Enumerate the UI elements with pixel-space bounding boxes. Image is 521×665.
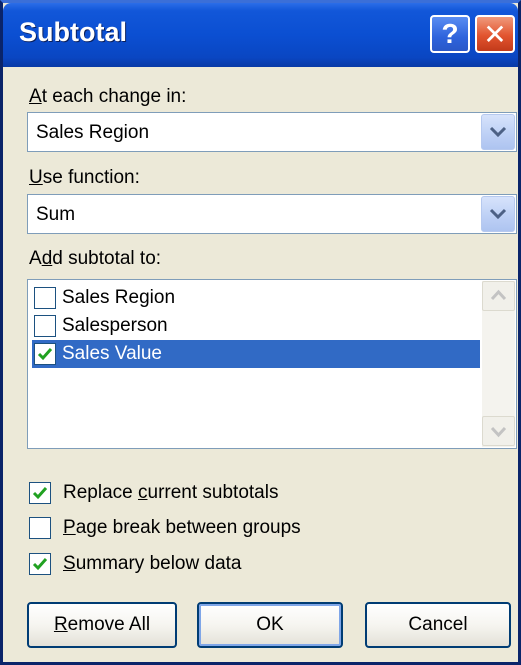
change-in-value: Sales Region [36,122,150,143]
sales-value-checkbox[interactable] [34,343,56,365]
scroll-down-button[interactable] [482,416,515,446]
checkmark-icon [32,558,48,571]
chevron-down-icon [490,426,507,438]
chevron-up-icon [490,289,507,301]
list-scrollbar[interactable] [482,281,515,447]
cancel-label: Cancel [408,614,468,635]
cancel-button[interactable]: Cancel [365,602,511,648]
ok-button[interactable]: OK [197,602,343,648]
summary-below-checkbox[interactable] [29,553,51,575]
checkmark-icon [32,487,48,500]
replace-subtotals-label: Replace current subtotals [63,482,279,503]
title-bar[interactable]: Subtotal ? ✕ [3,3,518,67]
change-in-dropdown-button[interactable] [481,114,515,150]
close-icon: ✕ [483,18,507,50]
replace-subtotals-checkbox[interactable] [29,482,51,504]
close-button[interactable]: ✕ [475,15,515,53]
add-subtotal-label: Add subtotal to: [29,248,162,269]
page-break-checkbox[interactable] [29,517,51,539]
list-item-sales-region[interactable]: Sales Region [32,284,480,312]
change-in-select[interactable]: Sales Region [27,112,517,152]
add-subtotal-list[interactable]: Sales Region Salesperson Sales Value [27,279,517,449]
use-function-dropdown-button[interactable] [481,196,515,232]
subtotal-dialog: Subtotal ? ✕ At each change in: Sales Re… [0,0,521,665]
list-item-salesperson[interactable]: Salesperson [32,312,480,340]
page-break-label: Page break between groups [63,517,301,538]
salesperson-checkbox[interactable] [34,315,56,337]
use-function-label: Use function: [29,167,140,188]
checkmark-icon [37,348,53,361]
use-function-value: Sum [36,204,76,225]
chevron-down-icon [489,208,507,220]
use-function-select[interactable]: Sum [27,194,517,234]
remove-all-label: Remove All [53,614,151,635]
ok-label: OK [256,614,284,635]
sales-region-checkbox[interactable] [34,287,56,309]
help-button[interactable]: ? [430,15,470,53]
change-in-label: At each change in: [29,86,187,107]
chevron-down-icon [489,126,507,138]
summary-below-label: Summary below data [63,553,242,574]
dialog-title: Subtotal [19,17,127,47]
remove-all-button[interactable]: Remove All [27,602,177,648]
list-item-sales-value[interactable]: Sales Value [32,340,480,368]
scroll-up-button[interactable] [482,281,515,311]
question-mark-icon: ? [441,18,459,49]
